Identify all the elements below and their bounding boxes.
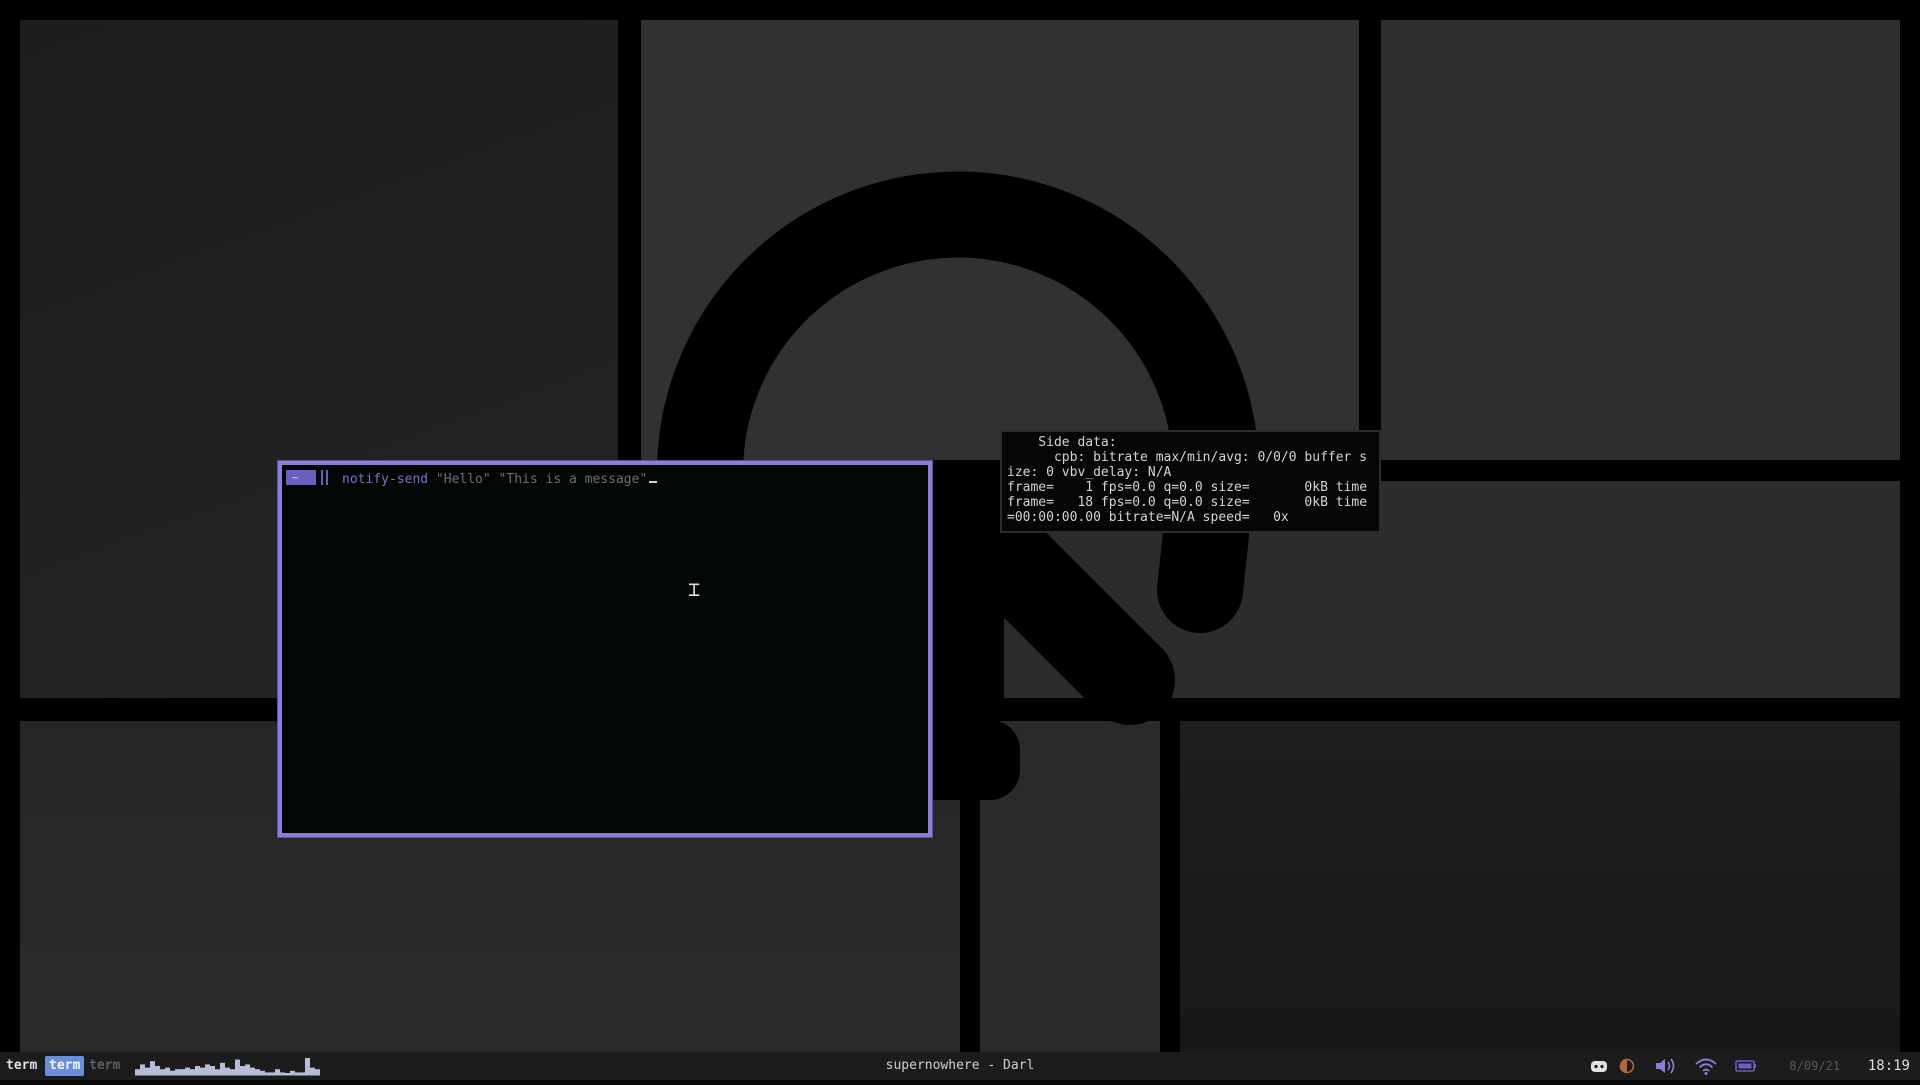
cpu-graph-bar	[235, 1059, 240, 1074]
cpu-graph-bar	[260, 1070, 265, 1074]
cpu-graph-bar	[190, 1069, 195, 1074]
cpu-graph-bar	[295, 1072, 300, 1074]
command-name: notify-send	[342, 471, 429, 487]
wifi-icon[interactable]	[1694, 1055, 1718, 1077]
cpu-graph-bar	[150, 1061, 155, 1074]
ffmpeg-output-line: Side data:	[1007, 435, 1117, 450]
cpu-graph-bar	[135, 1069, 140, 1074]
workspace-3[interactable]: term	[85, 1056, 124, 1076]
cpu-graph-bar	[170, 1070, 175, 1074]
cpu-graph-bar	[195, 1066, 200, 1074]
prompt-separator-icon	[318, 469, 328, 485]
cpu-graph-bar	[310, 1067, 315, 1074]
ffmpeg-output-window[interactable]: Side data: cpb: bitrate max/min/avg: 0/0…	[1000, 430, 1381, 533]
cpu-graph-bar	[225, 1067, 230, 1074]
cpu-graph-bar	[215, 1069, 220, 1074]
ffmpeg-output-line: frame= 18 fps=0.0 q=0.0 size= 0kB time	[1007, 495, 1368, 510]
ffmpeg-output-line: frame= 1 fps=0.0 q=0.0 size= 0kB time	[1007, 480, 1368, 495]
ffmpeg-output-line: =00:00:00.00 bitrate=N/A speed= 0x	[1007, 510, 1289, 525]
workspace-2[interactable]: term	[45, 1056, 85, 1076]
ffmpeg-output-line: ize: 0 vbv_delay: N/A	[1007, 465, 1172, 480]
discord-icon[interactable]	[1590, 1055, 1608, 1077]
text-cursor	[649, 468, 658, 483]
cpu-graph-bar	[160, 1069, 165, 1074]
cpu-graph-bar	[275, 1069, 280, 1074]
cpu-graph-bar	[205, 1064, 210, 1074]
cpu-graph-bar	[250, 1067, 255, 1074]
volume-icon[interactable]	[1654, 1055, 1678, 1077]
cpu-graph-bar	[140, 1064, 145, 1074]
cpu-graph-bar	[210, 1066, 215, 1074]
cpu-graph-bar	[300, 1072, 305, 1074]
cpu-graph-bar	[220, 1062, 225, 1074]
cpu-graph-bar	[285, 1073, 290, 1074]
prompt-line[interactable]: ~ notify-send "Hello" "This is a message…	[286, 468, 658, 487]
cpu-graph-bar	[240, 1066, 245, 1074]
workspace-1[interactable]: term	[2, 1056, 41, 1076]
cpu-graph-bar	[155, 1066, 160, 1074]
cpu-usage-graph	[135, 1058, 320, 1076]
command-arg-2: "This is a message"	[498, 471, 648, 487]
cpu-graph-bar	[185, 1067, 190, 1074]
clock[interactable]: 18:19	[1868, 1052, 1910, 1080]
night-light-icon[interactable]	[1618, 1055, 1636, 1077]
cpu-graph-bar	[290, 1070, 295, 1074]
cpu-graph-bar	[145, 1067, 150, 1074]
ffmpeg-output-line: cpb: bitrate max/min/avg: 0/0/0 buffer s	[1007, 450, 1368, 465]
command-arg-1: "Hello"	[435, 471, 491, 487]
cpu-graph-bar	[230, 1069, 235, 1074]
battery-icon[interactable]	[1734, 1055, 1758, 1077]
prompt-home-indicator: ~	[286, 469, 316, 485]
terminal-window[interactable]: ~ notify-send "Hello" "This is a message…	[278, 461, 932, 837]
cpu-graph-bar	[165, 1067, 170, 1074]
cpu-graph-bar	[175, 1069, 180, 1074]
cpu-graph-bar	[265, 1072, 270, 1074]
cpu-graph-bar	[280, 1072, 285, 1074]
mouse-ibeam-cursor-icon: ⌶	[688, 577, 701, 601]
cpu-graph-bar	[315, 1069, 320, 1074]
cpu-graph-bar	[305, 1058, 310, 1074]
cpu-graph-bar	[270, 1072, 275, 1074]
cpu-graph-bar	[255, 1069, 260, 1074]
cpu-graph-bar	[200, 1067, 205, 1074]
date-display: 8/09/21	[1789, 1059, 1840, 1073]
command-text: notify-send "Hello" "This is a message"	[342, 468, 658, 487]
cpu-graph-bar	[180, 1069, 185, 1074]
status-bar: supernowhere - Darl term term term 8/09/…	[0, 1052, 1920, 1080]
cpu-graph-baseline	[135, 1074, 320, 1076]
cpu-graph-bar	[245, 1064, 250, 1074]
